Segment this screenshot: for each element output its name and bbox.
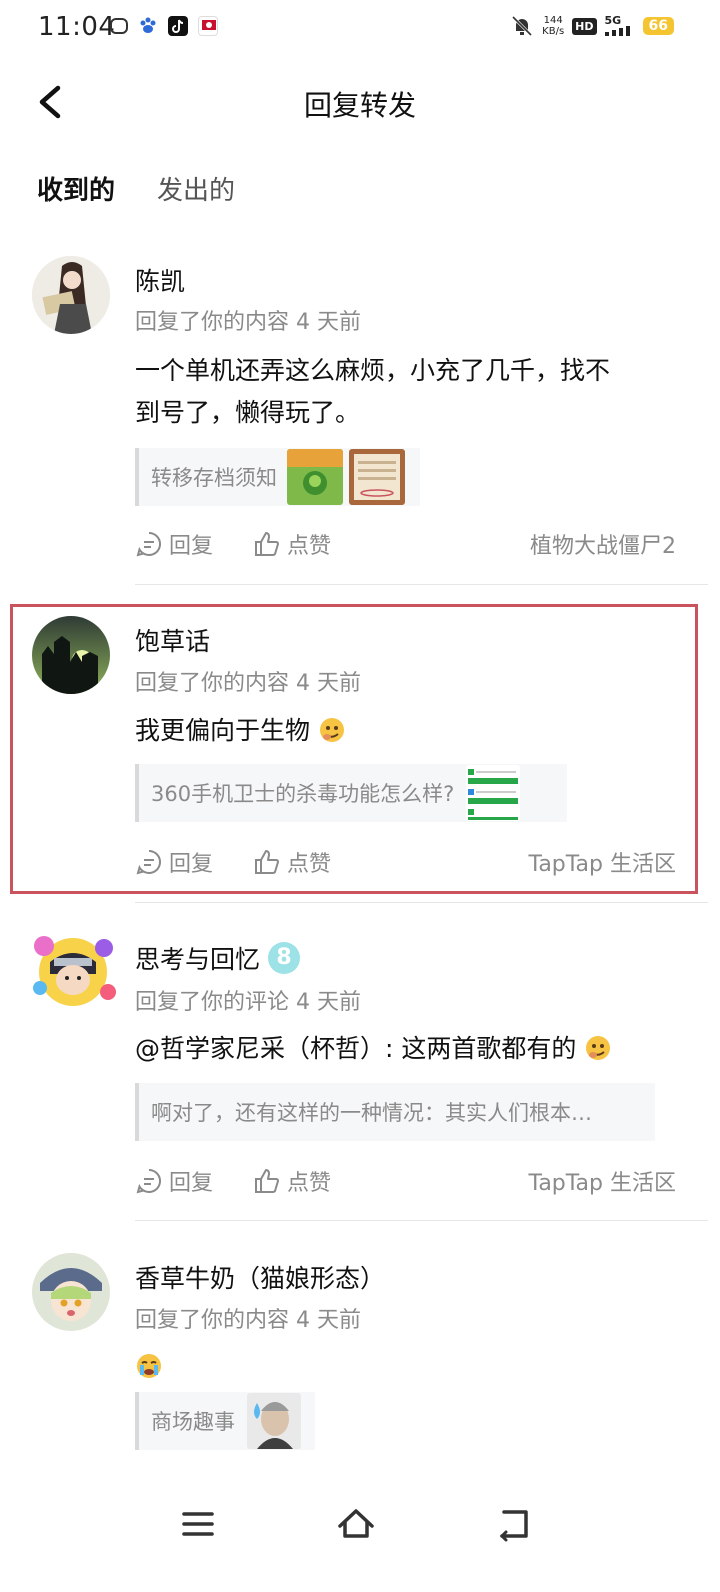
network-speed: 144 KB/s [542,15,564,37]
kfc-app-icon [198,16,218,36]
status-time: 11:04 [38,12,116,42]
reply-label: 回复 [169,534,214,559]
divider [135,1220,708,1221]
crying-emoji-icon [137,1354,161,1378]
avatar[interactable] [32,256,110,334]
quoted-post-title: 转移存档须知 [151,466,277,490]
quoted-post-title: 商场趣事 [151,1410,235,1434]
mute-bell-icon [512,15,533,37]
quoted-post[interactable]: 啊对了，还有这样的一种情况：其实人们根本… [135,1083,655,1141]
action-bar: 回复 点赞 植物大战僵尸2 [135,524,676,564]
quoted-thumbnail [247,1393,301,1449]
user-name[interactable]: 香草牛奶（猫娘形态） [135,1259,385,1295]
reply-button[interactable]: 回复 [135,528,213,560]
user-name-text: 思考与回忆 [135,945,261,974]
home-icon [338,1509,374,1538]
tab-sent[interactable]: 发出的 [157,170,235,211]
status-indicators: 144 KB/s HD 5G 66 [510,14,674,38]
status-app-icons [110,16,218,36]
tv-app-icon [110,18,128,34]
network-speed-unit: KB/s [542,26,565,37]
paw-app-icon [138,16,158,36]
quoted-post[interactable]: 商场趣事 [135,1392,315,1450]
page-title: 回复转发 [303,89,416,122]
reply-meta: 回复了你的评论 4 天前 [135,990,361,1015]
system-nav-bar [0,1480,720,1592]
quoted-post-title: 啊对了，还有这样的一种情况：其实人们根本… [151,1101,592,1125]
reply-content [135,1346,680,1388]
reply-content-line: 一个单机还弄这么麻烦，小充了几千，找不 [135,356,611,385]
comment-icon [136,1168,161,1194]
comment-icon [136,531,161,557]
thumbs-up-icon [255,532,280,556]
reply-content-text: @哲学家尼采（杯哲）: 这两首歌都有的 [135,1034,577,1063]
reply-meta: 回复了你的内容 4 天前 [135,310,361,335]
user-name[interactable]: 陈凯 [135,262,185,298]
community-tag[interactable]: TapTap 生活区 [529,1165,676,1197]
reply-content-line: 到号了，懒得玩了。 [135,398,361,427]
reply-button[interactable]: 回复 [135,1165,213,1197]
like-label: 点赞 [287,1171,332,1196]
reply-meta: 回复了你的内容 4 天前 [135,1308,361,1333]
quoted-thumbnail [349,449,405,505]
quoted-post[interactable]: 转移存档须知 [135,448,420,506]
tiktok-app-icon [168,16,188,36]
header: 回复转发 [0,66,720,138]
like-button[interactable]: 点赞 [253,1165,331,1197]
tab-bar: 收到的 发出的 [37,170,235,211]
thumbs-up-icon [255,1169,280,1193]
action-bar: 回复 点赞 TapTap 生活区 [135,1161,676,1201]
hd-badge: HD [572,17,597,35]
divider [135,902,708,903]
back-nav-icon [499,1510,528,1542]
reply-content: 一个单机还弄这么麻烦，小充了几千，找不 到号了，懒得玩了。 [135,350,680,434]
signal-label: 5G [604,13,622,27]
back-nav-button[interactable] [492,1502,536,1546]
menu-icon [182,1512,214,1536]
user-name[interactable]: 思考与回忆 8 [135,940,301,976]
signal-bars-icon [604,25,630,36]
highlight-box [10,604,698,894]
menu-button[interactable] [176,1502,220,1546]
divider [135,584,708,585]
reply-label: 回复 [169,1171,214,1196]
level-badge-icon: 8 [268,942,301,974]
home-button[interactable] [334,1502,378,1546]
community-tag[interactable]: 植物大战僵尸2 [530,528,676,560]
reply-content: @哲学家尼采（杯哲）: 这两首歌都有的 [135,1028,680,1070]
status-bar: 11:04 144 KB/s HD 5G 66 [0,0,720,56]
like-label: 点赞 [287,534,332,559]
avatar[interactable] [32,932,116,1010]
quoted-thumbnail [287,449,343,505]
tab-received[interactable]: 收到的 [37,170,115,211]
signal-indicator: 5G [604,13,635,38]
network-speed-value: 144 [543,15,563,26]
like-button[interactable]: 点赞 [253,528,331,560]
battery-indicator: 66 [642,17,674,35]
thinking-emoji-icon [586,1036,611,1060]
avatar[interactable] [32,1253,110,1331]
